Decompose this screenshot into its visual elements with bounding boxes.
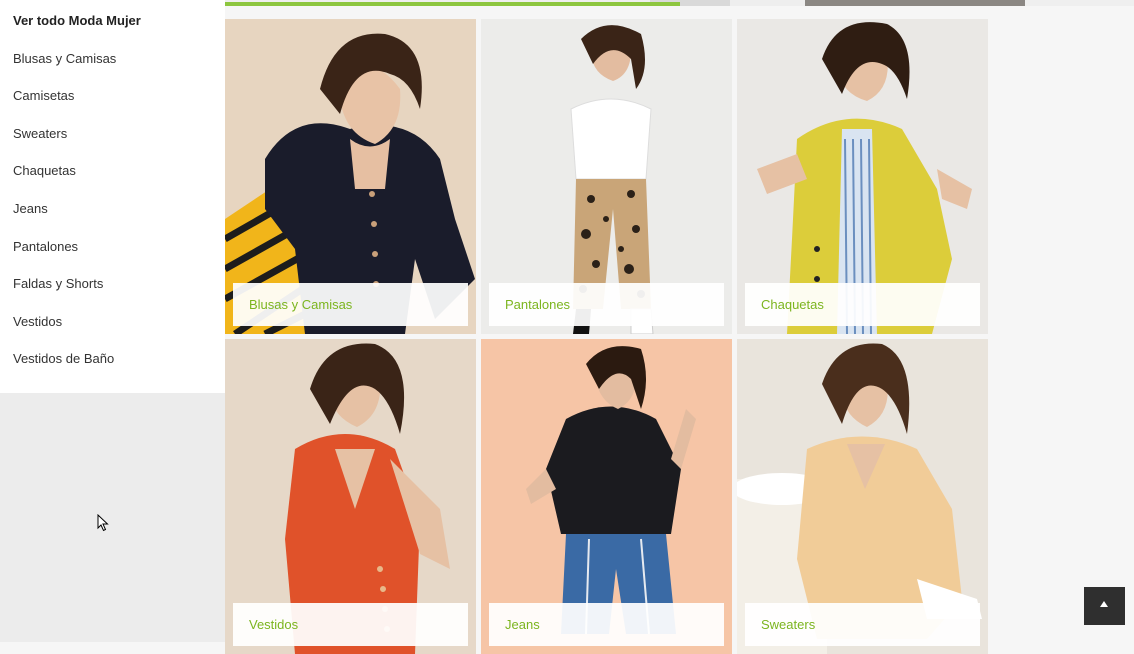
- category-label-box: Blusas y Camisas: [233, 283, 468, 326]
- scroll-top-button[interactable]: [1084, 587, 1125, 625]
- sidebar-item-vestidos[interactable]: Vestidos: [13, 314, 62, 330]
- sidebar-item-vestidos-bano[interactable]: Vestidos de Baño: [13, 351, 114, 367]
- sidebar: Ver todo Moda Mujer Blusas y Camisas Cam…: [0, 0, 225, 642]
- mouse-cursor-icon: [97, 514, 109, 532]
- category-label: Sweaters: [761, 617, 816, 632]
- category-label: Chaquetas: [761, 297, 824, 312]
- category-label-box: Chaquetas: [745, 283, 980, 326]
- category-card-jeans[interactable]: Jeans: [481, 339, 732, 654]
- sidebar-item-faldas-shorts[interactable]: Faldas y Shorts: [13, 276, 103, 292]
- sidebar-item-pantalones[interactable]: Pantalones: [13, 239, 78, 255]
- category-label-box: Vestidos: [233, 603, 468, 646]
- category-label-box: Sweaters: [745, 603, 980, 646]
- sidebar-item-jeans[interactable]: Jeans: [13, 201, 48, 217]
- banner-photo-sliver: [730, 0, 805, 6]
- category-card-sweaters[interactable]: Sweaters: [737, 339, 988, 654]
- category-label: Vestidos: [249, 617, 299, 632]
- sidebar-item-ver-todo[interactable]: Ver todo Moda Mujer: [13, 13, 141, 29]
- category-card-vestidos[interactable]: Vestidos: [225, 339, 476, 654]
- sidebar-item-blusas-camisas[interactable]: Blusas y Camisas: [13, 51, 116, 67]
- sidebar-item-sweaters[interactable]: Sweaters: [13, 126, 67, 142]
- banner-photo-sliver: [805, 0, 1025, 6]
- category-card-chaquetas[interactable]: Chaquetas: [737, 19, 988, 334]
- category-label: Jeans: [505, 617, 540, 632]
- chevron-up-icon: [1100, 601, 1108, 607]
- banner-carousel[interactable]: [225, 0, 1134, 6]
- category-menu: Ver todo Moda Mujer Blusas y Camisas Cam…: [0, 0, 225, 393]
- category-label: Blusas y Camisas: [249, 297, 353, 312]
- category-label-box: Pantalones: [489, 283, 724, 326]
- category-card-blusas-camisas[interactable]: Blusas y Camisas: [225, 19, 476, 334]
- category-card-pantalones[interactable]: Pantalones: [481, 19, 732, 334]
- category-label: Pantalones: [505, 297, 571, 312]
- category-label-box: Jeans: [489, 603, 724, 646]
- sidebar-item-camisetas[interactable]: Camisetas: [13, 88, 74, 104]
- carousel-progress-bar: [225, 2, 680, 6]
- sidebar-item-chaquetas[interactable]: Chaquetas: [13, 163, 76, 179]
